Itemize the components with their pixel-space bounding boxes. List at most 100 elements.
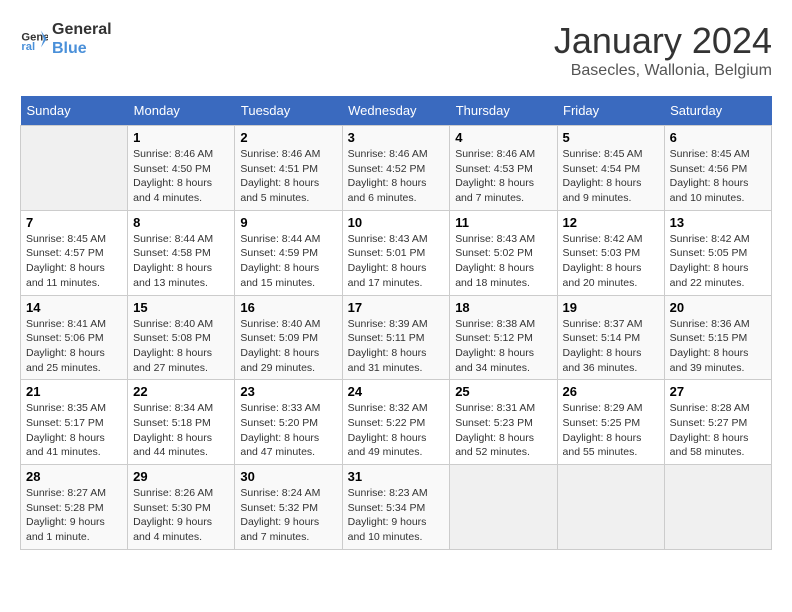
sunset-label: Sunset: 5:28 PM [26,502,104,514]
sunrise-label: Sunrise: 8:43 AM [348,233,428,245]
sunset-label: Sunset: 4:56 PM [670,163,748,175]
daylight-label: Daylight: 8 hours and 25 minutes. [26,347,105,374]
sunset-label: Sunset: 4:54 PM [563,163,641,175]
week-row-0: 1Sunrise: 8:46 AMSunset: 4:50 PMDaylight… [21,126,772,211]
sunset-label: Sunset: 5:20 PM [240,417,318,429]
calendar-cell: 22 Sunrise: 8:34 AMSunset: 5:18 PMDayligh… [128,380,235,465]
daylight-label: Daylight: 8 hours and 49 minutes. [348,432,427,459]
weekday-monday: Monday [128,96,235,126]
daylight-label: Daylight: 8 hours and 18 minutes. [455,262,534,289]
calendar-cell: 15Sunrise: 8:40 AMSunset: 5:08 PMDayligh… [128,295,235,380]
day-info: Sunrise: 8:45 AMSunset: 4:54 PMDaylight:… [563,147,659,206]
daylight-label: Daylight: 8 hours and 9 minutes. [563,177,642,204]
daylight-label: Daylight: 8 hours and 31 minutes. [348,347,427,374]
sunrise-label: Sunrise: 8:46 AM [133,148,213,160]
calendar-cell: 28 Sunrise: 8:27 AMSunset: 5:28 PMDayligh… [21,465,128,550]
sunrise-label: Sunrise: 8:33 AM [240,402,320,414]
day-info: Sunrise: 8:46 AMSunset: 4:50 PMDaylight:… [133,147,229,206]
calendar-cell: 1Sunrise: 8:46 AMSunset: 4:50 PMDaylight… [128,126,235,211]
day-number: 22 [133,384,229,399]
day-info: Sunrise: 8:27 AMSunset: 5:28 PMDaylight:… [26,486,122,545]
sunset-label: Sunset: 5:25 PM [563,417,641,429]
sunset-label: Sunset: 5:12 PM [455,332,533,344]
calendar-cell [664,465,771,550]
weekday-wednesday: Wednesday [342,96,450,126]
day-number: 28 [26,469,122,484]
day-number: 7 [26,215,122,230]
sunrise-label: Sunrise: 8:44 AM [133,233,213,245]
daylight-label: Daylight: 8 hours and 47 minutes. [240,432,319,459]
calendar-cell: 10Sunrise: 8:43 AMSunset: 5:01 PMDayligh… [342,210,450,295]
sunset-label: Sunset: 5:08 PM [133,332,211,344]
svg-text:ral: ral [21,41,35,53]
daylight-label: Daylight: 9 hours and 7 minutes. [240,516,319,543]
sunrise-label: Sunrise: 8:35 AM [26,402,106,414]
sunset-label: Sunset: 5:02 PM [455,247,533,259]
sunrise-label: Sunrise: 8:37 AM [563,318,643,330]
day-number: 21 [26,384,122,399]
week-row-2: 14Sunrise: 8:41 AMSunset: 5:06 PMDayligh… [21,295,772,380]
calendar-cell: 18Sunrise: 8:38 AMSunset: 5:12 PMDayligh… [450,295,557,380]
calendar-cell: 12Sunrise: 8:42 AMSunset: 5:03 PMDayligh… [557,210,664,295]
calendar-cell: 23Sunrise: 8:33 AMSunset: 5:20 PMDayligh… [235,380,342,465]
day-number: 12 [563,215,659,230]
daylight-label: Daylight: 8 hours and 7 minutes. [455,177,534,204]
day-number: 25 [455,384,551,399]
calendar-cell: 20Sunrise: 8:36 AMSunset: 5:15 PMDayligh… [664,295,771,380]
day-info: Sunrise: 8:42 AMSunset: 5:05 PMDaylight:… [670,232,766,291]
calendar-cell: 30Sunrise: 8:24 AMSunset: 5:32 PMDayligh… [235,465,342,550]
calendar-cell: 27Sunrise: 8:28 AMSunset: 5:27 PMDayligh… [664,380,771,465]
sunrise-label: Sunrise: 8:45 AM [26,233,106,245]
daylight-label: Daylight: 9 hours and 4 minutes. [133,516,212,543]
weekday-saturday: Saturday [664,96,771,126]
weekday-friday: Friday [557,96,664,126]
daylight-label: Daylight: 8 hours and 6 minutes. [348,177,427,204]
sunrise-label: Sunrise: 8:45 AM [670,148,750,160]
sunset-label: Sunset: 5:17 PM [26,417,104,429]
calendar-cell: 31Sunrise: 8:23 AMSunset: 5:34 PMDayligh… [342,465,450,550]
day-info: Sunrise: 8:33 AM Sunset: 5:20 PM Daylight:… [240,401,336,460]
sunrise-label: Sunrise: 8:29 AM [563,402,643,414]
calendar-cell: 26Sunrise: 8:29 AMSunset: 5:25 PMDayligh… [557,380,664,465]
page-header: Gene ral General Blue January 2024 Basec… [20,20,772,80]
sunrise-label: Sunrise: 8:42 AM [563,233,643,245]
weekday-header-row: SundayMondayTuesdayWednesdayThursdayFrid… [21,96,772,126]
calendar-cell: 17Sunrise: 8:39 AMSunset: 5:11 PMDayligh… [342,295,450,380]
sunrise-label: Sunrise: 8:46 AM [240,148,320,160]
day-info: Sunrise: 8:41 AM Sunset: 5:06 PM Daylight:… [26,317,122,376]
sunset-label: Sunset: 5:03 PM [563,247,641,259]
calendar-cell: 4Sunrise: 8:46 AMSunset: 4:53 PMDaylight… [450,126,557,211]
calendar-table: SundayMondayTuesdayWednesdayThursdayFrid… [20,96,772,550]
sunset-label: Sunset: 5:15 PM [670,332,748,344]
day-number: 26 [563,384,659,399]
sunset-label: Sunset: 5:32 PM [240,502,318,514]
day-info: Sunrise: 8:31 AMSunset: 5:23 PMDaylight:… [455,401,551,460]
calendar-cell: 8Sunrise: 8:44 AMSunset: 4:58 PMDaylight… [128,210,235,295]
day-info: Sunrise: 8:39 AMSunset: 5:11 PMDaylight:… [348,317,445,376]
sunset-label: Sunset: 5:34 PM [348,502,426,514]
sunset-label: Sunset: 5:06 PM [26,332,104,344]
day-info: Sunrise: 8:45 AMSunset: 4:57 PMDaylight:… [26,232,122,291]
day-info: Sunrise: 8:34 AMSunset: 5:18 PMDaylight:… [133,401,229,460]
day-number: 8 [133,215,229,230]
sunrise-label: Sunrise: 8:42 AM [670,233,750,245]
day-number: 16 [240,300,336,315]
daylight-label: Daylight: 8 hours and 22 minutes. [670,262,749,289]
day-number: 4 [455,130,551,145]
day-info: Sunrise: 8:44 AMSunset: 4:59 PMDaylight:… [240,232,336,291]
day-info: Sunrise: 8:35 AMSunset: 5:17 PMDaylight:… [26,401,122,460]
sunrise-label: Sunrise: 8:43 AM [455,233,535,245]
day-number: 13 [670,215,766,230]
sunrise-label: Sunrise: 8:40 AM [240,318,320,330]
day-info: Sunrise: 8:37 AMSunset: 5:14 PMDaylight:… [563,317,659,376]
daylight-label: Daylight: 8 hours and 11 minutes. [26,262,105,289]
sunrise-label: Sunrise: 8:36 AM [670,318,750,330]
daylight-label: Daylight: 8 hours and 15 minutes. [240,262,319,289]
calendar-cell: 13 Sunrise: 8:42 AMSunset: 5:05 PMDayligh… [664,210,771,295]
sunrise-label: Sunrise: 8:46 AM [348,148,428,160]
daylight-label: Daylight: 8 hours and 17 minutes. [348,262,427,289]
calendar-cell [21,126,128,211]
sunrise-label: Sunrise: 8:41 AM [26,318,106,330]
sunrise-label: Sunrise: 8:24 AM [240,487,320,499]
day-number: 11 [455,215,551,230]
